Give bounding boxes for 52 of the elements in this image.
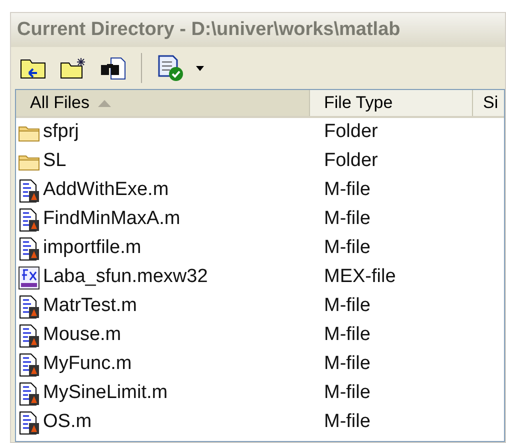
file-type: MEX-file [323,265,396,290]
script-file-icon [18,236,40,260]
folder-icon [18,124,40,142]
column-header[interactable]: Si [473,90,504,116]
column-header[interactable]: All Files [16,90,310,116]
file-row[interactable]: MatrTest.m M-file [16,292,504,321]
script-file-icon [18,382,40,406]
file-type: M-file [323,178,370,202]
file-name: Laba_sfun.mexw32 [43,265,208,290]
file-type: M-file [323,410,370,434]
file-row[interactable]: importfile.m M-file [16,234,504,263]
file-type: M-file [323,381,370,406]
function-file-icon [18,266,40,290]
file-row[interactable]: SL Folder [16,147,504,176]
file-name: MySineLimit.m [43,381,168,406]
window-title: Current Directory - D:\univer\works\matlab [11,13,505,47]
caret-icon [196,66,204,70]
file-type: M-file [323,294,370,318]
column-header[interactable]: File Type [310,90,473,116]
script-file-icon [18,410,40,434]
document-check-icon [156,54,186,82]
file-name: Mouse.m [43,323,122,348]
file-name: MatrTest.m [43,294,137,318]
file-name: sfprj [43,120,79,144]
file-type: M-file [323,323,370,348]
file-row[interactable]: AddWithExe.m M-file [16,176,504,205]
file-type: M-file [323,207,370,232]
script-file-icon [18,324,40,348]
script-file-icon [18,178,40,202]
file-name: MyFunc.m [43,352,132,376]
file-type: Folder [323,120,378,144]
file-row[interactable]: MyFunc.m M-file [16,350,504,379]
file-type: Folder [323,149,378,174]
file-row[interactable]: sfprj Folder [16,118,504,147]
file-row[interactable]: MySineLimit.m M-file [16,379,504,408]
script-file-icon [18,352,40,376]
file-type: M-file [323,236,370,260]
script-file-icon [18,294,40,318]
file-row[interactable]: Laba_sfun.mexw32 MEX-file [16,263,504,292]
file-name: OS.m [43,410,92,434]
folder-icon [18,152,40,170]
file-row[interactable]: Mouse.m M-file [16,321,504,350]
file-row[interactable]: FindMinMaxA.m M-file [16,205,504,234]
file-name: AddWithExe.m [43,178,169,202]
sort-ascending-icon [98,100,111,106]
file-name: SL [43,149,66,174]
file-name: FindMinMaxA.m [43,207,180,232]
file-row[interactable]: OS.m M-file [16,408,504,437]
file-type: M-file [323,352,370,376]
new-folder-icon [59,56,87,80]
script-file-icon [18,208,40,232]
file-name: importfile.m [43,236,142,260]
